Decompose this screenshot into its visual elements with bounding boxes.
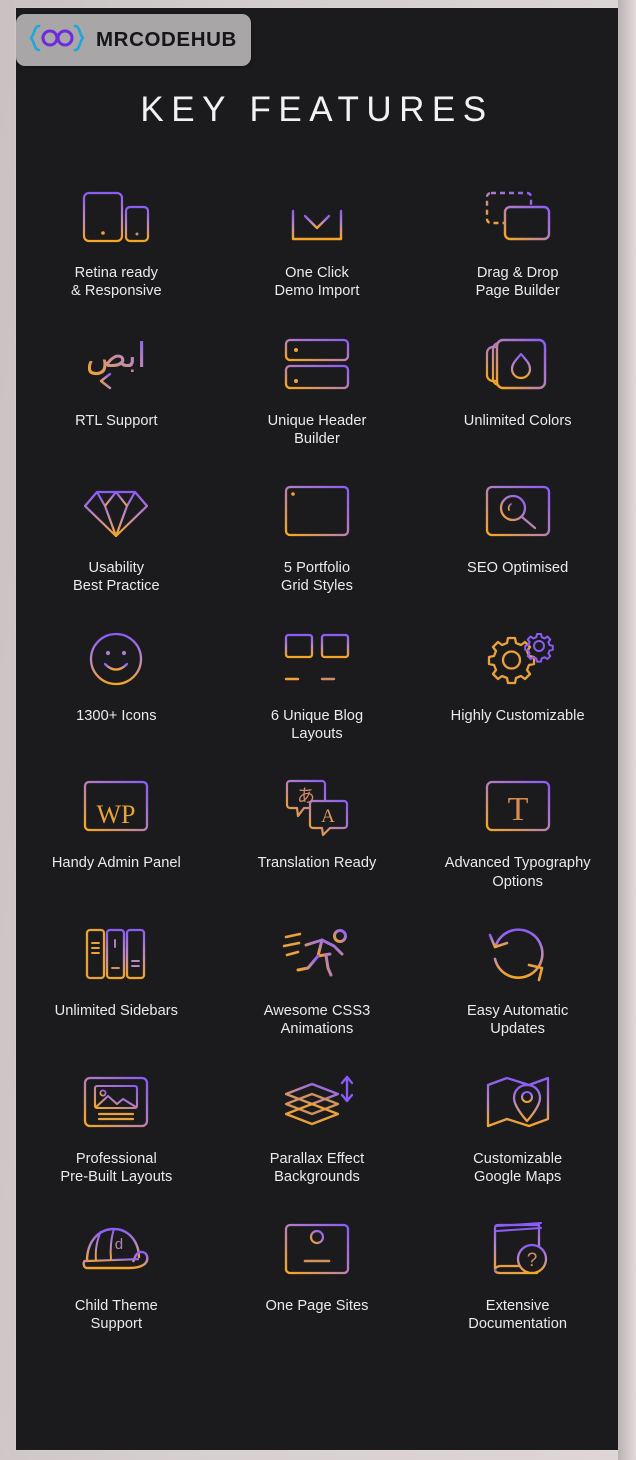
feature-label: Customizable Google Maps: [473, 1150, 563, 1185]
arabic-glyphs: ابص: [86, 336, 147, 376]
brand-logo[interactable]: MRCODEHUB: [16, 14, 251, 66]
wp-letters: WP: [97, 800, 136, 829]
feature-card[interactable]: Awesome CSS3 Animations: [217, 912, 418, 1039]
feature-card[interactable]: One Click Demo Import: [217, 174, 418, 301]
feature-label: Awesome CSS3 Animations: [263, 1002, 371, 1038]
rtl-arabic-arrow-icon: ابص: [73, 330, 159, 398]
feature-card[interactable]: 6 Unique Blog Layouts: [217, 617, 418, 744]
feature-label: One Page Sites: [265, 1298, 369, 1315]
feature-label: 6 Unique Blog Layouts: [270, 707, 364, 743]
feature-label: Usability Best Practice: [73, 560, 160, 595]
feature-card[interactable]: Drag & Drop Page Builder: [417, 174, 618, 301]
feature-label: Retina ready & Responsive: [71, 265, 162, 300]
header-bars-icon: [274, 330, 360, 398]
feature-label: Unlimited Sidebars: [54, 1002, 179, 1019]
feature-label: Unlimited Colors: [463, 412, 572, 429]
page-title: KEY FEATURES: [140, 90, 494, 129]
feature-label: RTL Support: [75, 412, 158, 429]
feature-card[interactable]: One Page Sites: [217, 1207, 418, 1334]
feature-card[interactable]: Easy Automatic Updates: [417, 912, 618, 1039]
drag-drop-icon: [475, 182, 561, 250]
feature-card[interactable]: p Child Theme Support: [16, 1207, 217, 1334]
wordpress-admin-icon: WP: [73, 772, 159, 840]
gears-icon: [475, 625, 561, 693]
feature-card[interactable]: あ A Translation Ready: [217, 764, 418, 891]
book-question-icon: ?: [475, 1215, 561, 1283]
magnifier-screen-icon: [475, 477, 561, 545]
feature-label: Advanced Typography Options: [444, 855, 591, 890]
blog-layouts-icon: [274, 625, 360, 693]
feature-card[interactable]: Usability Best Practice: [16, 469, 217, 596]
brand-wordmark: MRCODEHUB: [96, 27, 237, 51]
feature-label: Child Theme Support: [74, 1298, 158, 1333]
feature-label: Drag & Drop Page Builder: [475, 265, 560, 300]
codehub-braces-icon: [26, 23, 88, 58]
feature-card[interactable]: WP Handy Admin Panel: [16, 764, 217, 891]
feature-card[interactable]: SEO Optimised: [417, 469, 618, 596]
feature-card[interactable]: Parallax Effect Backgrounds: [217, 1060, 418, 1187]
running-man-icon: [274, 920, 360, 988]
latin-glyph: A: [321, 806, 335, 827]
feature-label: Handy Admin Panel: [51, 855, 181, 872]
devices-icon: [73, 182, 159, 250]
page-root: MRCODEHUB KEY FEATURES Retina ready & Re…: [0, 0, 636, 1460]
feature-label: One Click Demo Import: [274, 265, 360, 300]
diamond-icon: [73, 477, 159, 545]
feature-label: Parallax Effect Backgrounds: [269, 1150, 365, 1185]
cap-icon: p: [73, 1215, 159, 1283]
parallax-layers-icon: [274, 1068, 360, 1136]
features-grid: Retina ready & Responsive One Click Demo…: [16, 174, 618, 1334]
features-panel: MRCODEHUB KEY FEATURES Retina ready & Re…: [16, 8, 618, 1450]
feature-card[interactable]: Retina ready & Responsive: [16, 174, 217, 301]
feature-label: Unique Header Builder: [267, 412, 367, 447]
feature-label: 5 Portfolio Grid Styles: [281, 560, 353, 595]
feature-label: Easy Automatic Updates: [467, 1002, 569, 1038]
feature-card[interactable]: 1300+ Icons: [16, 617, 217, 744]
scroll-gutter[interactable]: [618, 0, 636, 1460]
typography-letter: T: [507, 791, 528, 828]
map-pin-icon: [475, 1068, 561, 1136]
typography-t-icon: T: [475, 772, 561, 840]
portfolio-grid-icon: [274, 477, 360, 545]
feature-label: 1300+ Icons: [76, 707, 157, 724]
smiley-face-icon: [73, 625, 159, 693]
feature-card[interactable]: T Advanced Typography Options: [417, 764, 618, 891]
question-glyph: ?: [526, 1250, 537, 1271]
translation-bubbles-icon: あ A: [274, 772, 360, 840]
feature-label: Extensive Documentation: [468, 1298, 568, 1333]
feature-card[interactable]: Unlimited Colors: [417, 322, 618, 449]
download-tray-icon: [274, 182, 360, 250]
image-layout-icon: [73, 1068, 159, 1136]
feature-card[interactable]: Unique Header Builder: [217, 322, 418, 449]
feature-card[interactable]: ابص RTL Support: [16, 322, 217, 449]
feature-label: Professional Pre-Built Layouts: [60, 1150, 173, 1185]
feature-label: SEO Optimised: [467, 560, 569, 577]
feature-card[interactable]: Highly Customizable: [417, 617, 618, 744]
refresh-circle-icon: [475, 920, 561, 988]
sidebars-icon: [73, 920, 159, 988]
feature-label: Highly Customizable: [450, 707, 585, 724]
cap-letter: p: [115, 1237, 123, 1254]
color-drop-layers-icon: [475, 330, 561, 398]
feature-card[interactable]: ? Extensive Documentation: [417, 1207, 618, 1334]
feature-label: Translation Ready: [257, 855, 377, 872]
feature-card[interactable]: Customizable Google Maps: [417, 1060, 618, 1187]
feature-card[interactable]: Professional Pre-Built Layouts: [16, 1060, 217, 1187]
one-page-icon: [274, 1215, 360, 1283]
feature-card[interactable]: 5 Portfolio Grid Styles: [217, 469, 418, 596]
feature-card[interactable]: Unlimited Sidebars: [16, 912, 217, 1039]
